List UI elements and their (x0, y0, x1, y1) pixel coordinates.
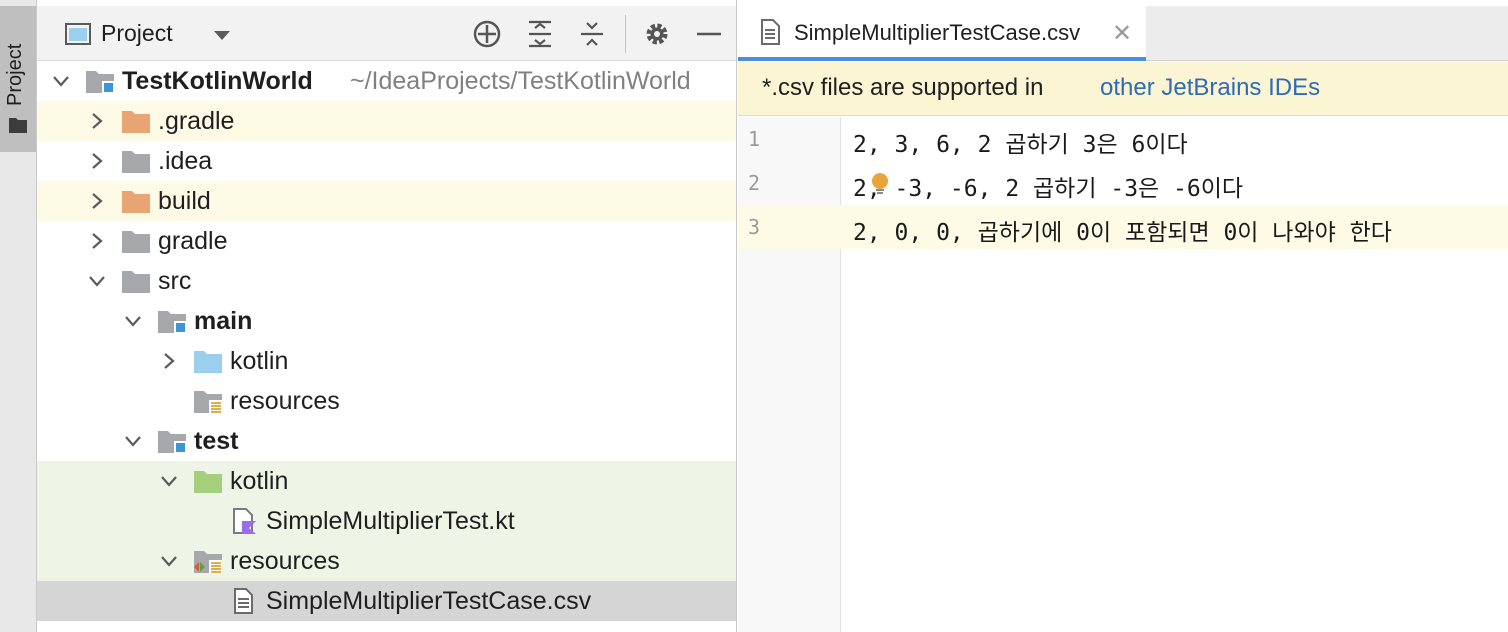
folder-icon (121, 268, 151, 294)
minimize-icon (697, 32, 721, 36)
editor-tab-label: SimpleMultiplierTestCase.csv (794, 20, 1081, 45)
tree-item-label: kotlin (230, 347, 289, 375)
close-icon[interactable]: ✕ (1112, 19, 1132, 48)
lightbulb-icon[interactable] (870, 171, 890, 197)
tree-item-label: test (194, 427, 239, 455)
module-folder-icon (157, 428, 187, 454)
project-tool-tab-label: Project (4, 43, 26, 106)
project-view-title[interactable]: Project (101, 20, 173, 47)
chevron-down-icon[interactable] (212, 28, 232, 42)
tree-row[interactable]: build (37, 181, 736, 221)
tree-item-label: SimpleMultiplierTest.kt (266, 507, 515, 535)
chevron-down-icon[interactable] (159, 551, 179, 571)
tree-item-label: .gradle (158, 107, 235, 135)
tree-item-label: TestKotlinWorld (122, 67, 313, 95)
code-text: 2, 3, 6, 2 곱하기 3은 6이다 (853, 132, 1188, 158)
chevron-down-icon[interactable] (159, 471, 179, 491)
tree-row[interactable]: SimpleMultiplierTest.kt (37, 501, 736, 541)
test-source-folder-icon (193, 468, 223, 494)
text-file-icon (761, 19, 780, 45)
crosshair-icon (473, 20, 501, 48)
chevron-right-icon[interactable] (87, 191, 107, 211)
resources-folder-icon (193, 388, 223, 414)
tree-item-path: ~/IdeaProjects/TestKotlinWorld (350, 67, 691, 95)
text-file-icon (229, 588, 259, 614)
tree-item-label: .idea (158, 147, 213, 175)
tree-row[interactable]: kotlin (37, 341, 736, 381)
toolbar-separator (625, 15, 626, 53)
tree-item-label: resources (230, 547, 340, 575)
folder-icon (121, 148, 151, 174)
project-view-icon (65, 23, 91, 45)
project-panel-header: Project (37, 6, 736, 61)
line-number: 2 (748, 171, 761, 195)
hide-panel-button[interactable] (693, 18, 725, 50)
line-number: 1 (748, 127, 761, 151)
collapse-all-icon (581, 22, 603, 46)
expand-all-icon (529, 20, 551, 48)
tree-item-label: src (158, 267, 192, 295)
plugin-notification-banner: *.csv files are supported in other JetBr… (738, 62, 1508, 116)
chevron-down-icon[interactable] (51, 71, 71, 91)
line-number: 3 (748, 215, 761, 239)
tree-item-label: resources (230, 387, 340, 415)
excluded-folder-icon (121, 108, 151, 134)
module-folder-icon (85, 68, 115, 94)
editor-tab-bar: SimpleMultiplierTestCase.csv ✕ (738, 6, 1508, 61)
chevron-right-icon[interactable] (87, 231, 107, 251)
source-folder-icon (193, 348, 223, 374)
tree-row[interactable]: TestKotlinWorld ~/IdeaProjects/TestKotlin… (37, 61, 736, 101)
editor-tab-active[interactable]: SimpleMultiplierTestCase.csv ✕ (738, 6, 1146, 61)
tree-row[interactable]: main (37, 301, 736, 341)
code-text: 2, 0, 0, 곱하기에 0이 포함되면 0이 나와야 한다 (853, 220, 1392, 246)
tree-row[interactable]: gradle (37, 221, 736, 261)
banner-message: *.csv files are supported in (762, 74, 1044, 101)
project-panel: Project TestKotlinWorld ~/IdeaProjects/T… (37, 0, 737, 632)
folder-icon (9, 118, 27, 133)
collapse-all-button[interactable] (576, 18, 608, 50)
code-text: 2, -3, -6, 2 곱하기 -3은 -6이다 (853, 176, 1244, 202)
tree-row[interactable]: .gradle (37, 101, 736, 141)
folder-icon (121, 228, 151, 254)
tree-item-label: SimpleMultiplierTestCase.csv (266, 587, 592, 615)
tree-row[interactable]: SimpleMultiplierTestCase.csv (37, 581, 736, 621)
tree-item-label: gradle (158, 227, 228, 255)
tree-row[interactable]: resources (37, 541, 736, 581)
project-tool-tab[interactable]: Project (0, 6, 36, 152)
kotlin-file-icon (229, 508, 259, 534)
tree-item-label: kotlin (230, 467, 289, 495)
tree-row[interactable]: test (37, 421, 736, 461)
chevron-right-icon[interactable] (87, 111, 107, 131)
editor-line[interactable]: 3 2, 0, 0, 곱하기에 0이 포함되면 0이 나와야 한다 (738, 205, 1508, 249)
tree-item-label: main (194, 307, 253, 335)
tree-row[interactable]: kotlin (37, 461, 736, 501)
tree-row[interactable]: resources (37, 381, 736, 421)
chevron-right-icon[interactable] (87, 151, 107, 171)
settings-button[interactable] (641, 18, 673, 50)
editor-line[interactable]: 1 2, 3, 6, 2 곱하기 3은 6이다 (738, 117, 1508, 161)
tool-window-strip: Project (0, 0, 37, 632)
tree-row[interactable]: .idea (37, 141, 736, 181)
module-folder-icon (157, 308, 187, 334)
banner-link[interactable]: other JetBrains IDEs (1100, 74, 1320, 102)
expand-all-button[interactable] (524, 18, 556, 50)
chevron-down-icon[interactable] (123, 431, 143, 451)
tree-item-label: build (158, 187, 211, 215)
tree-row[interactable]: src (37, 261, 736, 301)
chevron-right-icon[interactable] (159, 351, 179, 371)
chevron-down-icon[interactable] (87, 271, 107, 291)
gear-icon (646, 23, 668, 45)
test-resources-folder-icon (193, 548, 223, 574)
chevron-down-icon[interactable] (123, 311, 143, 331)
editor-area: SimpleMultiplierTestCase.csv ✕ *.csv fil… (738, 0, 1508, 632)
editor-line[interactable]: 2 2, -3, -6, 2 곱하기 -3은 -6이다 (738, 161, 1508, 205)
select-opened-file-button[interactable] (471, 18, 503, 50)
excluded-folder-icon (121, 188, 151, 214)
